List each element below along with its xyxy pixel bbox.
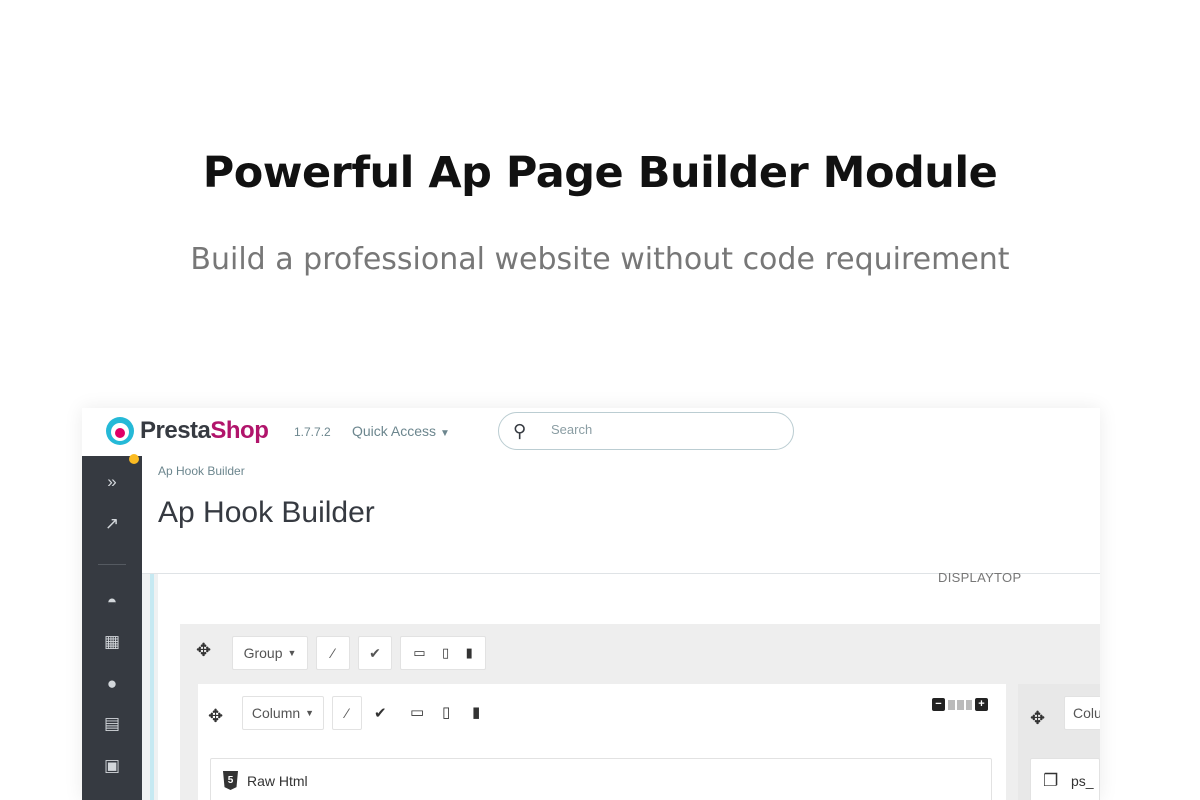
- sidebar: » ↗ ◓ ▦ ● ▤ ▣: [82, 456, 142, 800]
- notification-dot: [129, 454, 139, 464]
- mobile-icon[interactable]: ▮: [466, 645, 473, 661]
- desktop-icon[interactable]: ▭: [410, 703, 424, 721]
- raw-html-widget[interactable]: 5 Raw Html: [210, 758, 992, 800]
- device-toggle[interactable]: ▭ ▯ ▮: [400, 636, 486, 670]
- group-dropdown-button[interactable]: Group ▼: [232, 636, 308, 670]
- magic-wand-button[interactable]: ⁄: [332, 696, 362, 730]
- top-bar: PrestaShop 1.7.7.2 Quick Access ▼ ⚲: [82, 408, 1100, 456]
- hero-title: Powerful Ap Page Builder Module: [202, 148, 998, 198]
- move-icon[interactable]: ✥: [196, 640, 211, 661]
- stats-icon[interactable]: ↗: [82, 514, 142, 534]
- minus-icon[interactable]: −: [932, 698, 945, 711]
- reports-icon[interactable]: ▣: [82, 756, 142, 776]
- messages-icon[interactable]: ▤: [82, 714, 142, 734]
- sidebar-divider: [98, 564, 126, 565]
- orders-icon[interactable]: ◓: [82, 592, 142, 612]
- column-width-sizer: − +: [932, 698, 988, 711]
- check-button[interactable]: ✔: [358, 636, 392, 670]
- hook-name-label: DISPLAYTOP: [938, 570, 1022, 585]
- search-icon[interactable]: ⚲: [513, 421, 526, 442]
- caret-down-icon: ▼: [440, 428, 450, 439]
- page-title: Ap Hook Builder: [158, 496, 375, 529]
- logo-text: PrestaShop: [140, 417, 269, 444]
- search-box[interactable]: ⚲: [498, 412, 794, 450]
- panel-accent-line: [150, 574, 154, 800]
- check-icon[interactable]: ✔: [374, 704, 387, 722]
- prestashop-logo-icon: [106, 417, 134, 445]
- caret-down-icon: ▼: [305, 708, 315, 718]
- expand-icon[interactable]: »: [82, 472, 142, 492]
- magic-wand-button[interactable]: ⁄: [316, 636, 350, 670]
- search-input[interactable]: [551, 422, 771, 437]
- column-dropdown-button[interactable]: Column ▼: [242, 696, 324, 730]
- customers-icon[interactable]: ●: [82, 674, 142, 694]
- plus-icon[interactable]: +: [975, 698, 988, 711]
- admin-window: PrestaShop 1.7.7.2 Quick Access▼ ⚲ » ↗ ◓…: [82, 408, 1100, 800]
- hero-subtitle: Build a professional website without cod…: [190, 242, 1010, 277]
- tablet-icon[interactable]: ▯: [442, 645, 449, 661]
- widget-label: ps_: [1071, 773, 1094, 789]
- column-dropdown-button-2[interactable]: Colu: [1064, 696, 1100, 730]
- prestashop-logo[interactable]: PrestaShop: [106, 417, 269, 445]
- caret-down-icon: ▼: [287, 648, 297, 658]
- html5-icon: 5: [223, 771, 238, 790]
- magic-wand-icon: ⁄: [345, 705, 349, 721]
- catalog-icon[interactable]: ▦: [82, 632, 142, 652]
- magic-wand-icon: ⁄: [331, 645, 335, 661]
- widget-label: Raw Html: [247, 773, 308, 789]
- copy-icon: ❐: [1043, 771, 1059, 790]
- version-label: 1.7.7.2: [294, 425, 331, 439]
- module-widget[interactable]: ❐ ps_: [1030, 758, 1100, 800]
- breadcrumb[interactable]: Ap Hook Builder: [158, 464, 245, 478]
- quick-access-menu[interactable]: Quick Access ▼: [352, 423, 450, 439]
- move-icon[interactable]: ✥: [1030, 708, 1045, 729]
- page-header: Ap Hook Builder Ap Hook Builder: [142, 456, 1100, 574]
- move-icon[interactable]: ✥: [208, 706, 223, 727]
- check-icon: ✔: [369, 644, 381, 661]
- desktop-icon[interactable]: ▭: [413, 645, 425, 661]
- tablet-icon[interactable]: ▯: [442, 703, 450, 721]
- mobile-icon[interactable]: ▮: [472, 703, 480, 721]
- width-indicator: [948, 699, 972, 710]
